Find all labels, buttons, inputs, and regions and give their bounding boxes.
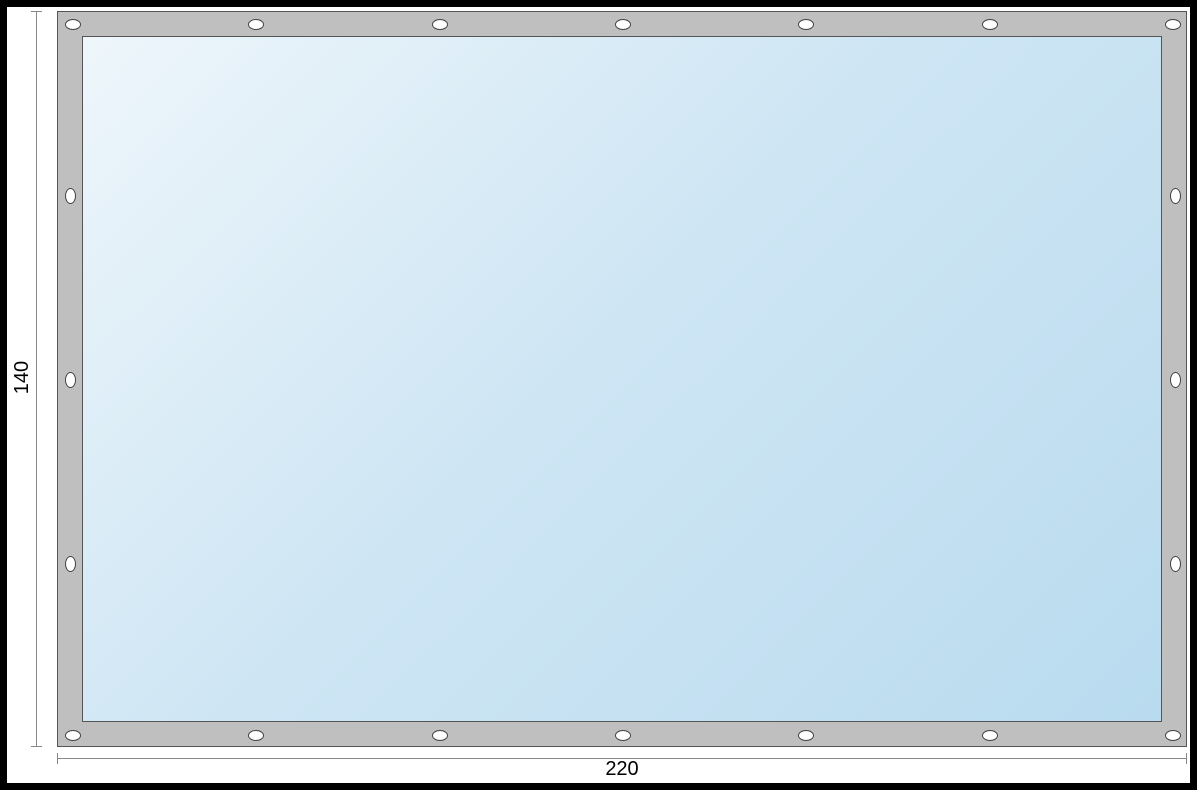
height-dimension-label: 140 — [12, 360, 35, 393]
grommet-left — [65, 188, 76, 204]
grommet-right — [1170, 188, 1181, 204]
diagram-panel: 140 220 — [7, 7, 1190, 783]
grommet-top — [982, 19, 998, 30]
height-dimension: 140 — [13, 7, 33, 747]
grommet-top — [615, 19, 631, 30]
grommet-bottom — [615, 730, 631, 741]
banner-window — [82, 36, 1162, 722]
width-dimension: 220 — [57, 755, 1187, 783]
width-dimension-label: 220 — [605, 758, 638, 781]
diagram-frame: 140 220 — [0, 0, 1197, 790]
grommet-bottom — [432, 730, 448, 741]
height-guide-line — [36, 11, 37, 747]
grommet-bottom — [1165, 730, 1181, 741]
grommet-top — [65, 19, 81, 30]
grommet-left — [65, 556, 76, 572]
grommet-top — [1165, 19, 1181, 30]
grommet-right — [1170, 556, 1181, 572]
grommet-top — [432, 19, 448, 30]
grommet-right — [1170, 372, 1181, 388]
grommet-left — [65, 372, 76, 388]
grommet-bottom — [65, 730, 81, 741]
grommet-bottom — [982, 730, 998, 741]
